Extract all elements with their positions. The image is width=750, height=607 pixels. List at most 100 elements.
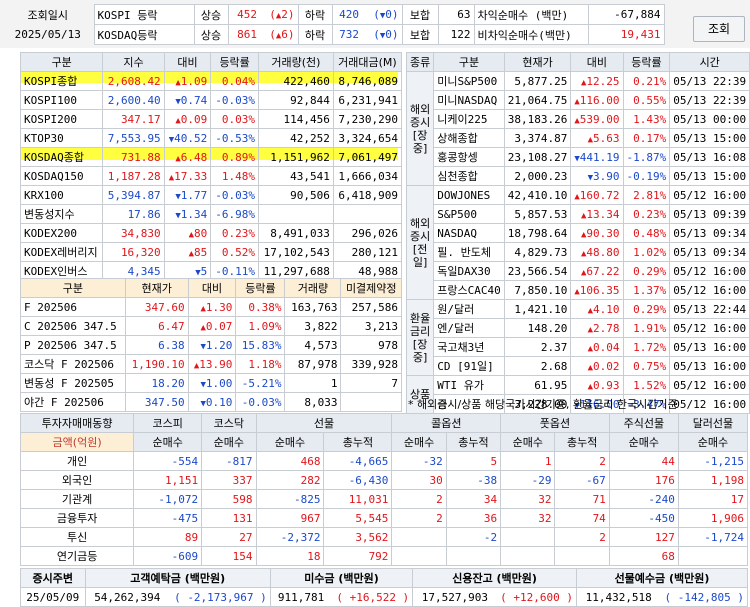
table-row[interactable]: 25/05/09 54,262,394( -2,173,967 ) 911,781(… [20, 587, 748, 607]
net-amount: 44 [608, 451, 679, 471]
volume: 1,151,962 [258, 147, 334, 167]
table-row[interactable]: KOSPI1002,600.400.74-0.03%92,8446,231,94… [19, 90, 403, 110]
change-cell: 4.10 [570, 299, 624, 319]
sub-header: 순매수 [608, 432, 679, 452]
index-name: KOSPI종합 [19, 71, 104, 91]
table-row[interactable]: 투신 89 27 -2,372 3,562 -2 2 127 -1,724 [19, 527, 749, 547]
net-amount: 2 [391, 508, 447, 528]
table-row[interactable]: KRX1005,394.871.77-0.03%90,5066,418,909 [19, 185, 403, 205]
table-row[interactable]: KOSDAQ1501,187.2817.331.48%43,5411,666,0… [19, 166, 403, 186]
table-row[interactable]: KOSPI종합2,608.421.090.04%422,4608,746,089 [19, 71, 403, 91]
investor-type: 금융투자 [19, 508, 135, 528]
trade-value: 3,324,654 [332, 128, 403, 148]
change-cell: 0.04 [570, 337, 624, 357]
column-header: 등락률 [622, 52, 671, 72]
table-row[interactable]: P 202506 347.56.381.2015.83%4,573978 [20, 335, 402, 355]
table-row[interactable]: 외국인 1,151 337 282 -6,430 30 -38 -29 -67 176 1,198 [19, 470, 749, 490]
table-row[interactable]: 금융투자 -475 131 967 5,545 2 36 32 74 -450 1,906 [19, 508, 749, 528]
net-amount: 154 [201, 546, 257, 566]
net-amount: -1,724 [677, 527, 749, 547]
net-amount: 176 [608, 470, 679, 490]
column-header: 고객예탁금 (백만원) [84, 568, 271, 588]
table-row[interactable]: 해외 증시 [장중]미니S&P5005,877.2512.250.21%05/1… [405, 71, 750, 186]
table-row[interactable]: KOSDAQ종합731.886.480.89%1,151,9627,061,49… [19, 147, 403, 167]
net-amount: 5,545 [323, 508, 393, 528]
table-row[interactable]: S&P5005,857.5313.340.23%05/13 09:39 [407, 204, 750, 224]
trade-value: 6,231,941 [332, 90, 403, 110]
price: 2.37 [503, 337, 572, 357]
table-row[interactable]: KODEX20034,830800.23%8,491,033296,026 [19, 223, 403, 243]
table-row[interactable]: CD [91일]2.680.020.75%05/13 16:00 [407, 356, 750, 376]
table-row[interactable]: 변동성 F 20250518.201.00-5.21%17 [20, 373, 402, 393]
kospi-up-limit: (2) [260, 4, 299, 25]
table-row[interactable]: KODEX레버리지16,320850.52%17,102,543280,121 [19, 242, 403, 262]
column-header: 등락률 [235, 278, 286, 298]
index-name: KOSDAQ150 [19, 166, 104, 186]
table-row[interactable]: 해외 증시 [전일]DOWJONES42,410.10160.722.81%05… [405, 185, 750, 300]
change-cell: 1.20 [187, 335, 237, 355]
refresh-button[interactable]: 조회 [693, 16, 745, 42]
table-row[interactable]: 엔/달러148.202.781.91%05/12 16:00 [407, 318, 750, 338]
funds-value: 911,781 [269, 587, 328, 607]
funds-value: 54,262,394 [84, 587, 164, 607]
change-cell: 0.09 [163, 109, 212, 129]
change-cell: 6.48 [163, 147, 212, 167]
table-row[interactable]: 상해종합3,374.875.630.17%05/13 15:00 [407, 128, 750, 148]
table-row[interactable]: 심천종합2,000.233.90-0.19%05/13 15:00 [407, 166, 750, 186]
index-name: KODEX레버리지 [19, 242, 104, 262]
time: 05/13 09:34 [669, 223, 750, 243]
price: 42,410.10 [503, 185, 572, 205]
table-row[interactable]: 변동성지수17.861.34-6.98% [19, 204, 403, 224]
nonarb-value: 19,431 [587, 24, 665, 45]
column-header: 시간 [669, 52, 750, 72]
change-cell: 0.10 [187, 392, 237, 412]
price: 347.50 [124, 392, 189, 412]
table-row[interactable]: 기관계 -1,072 598 -825 11,031 2 34 32 71 -240 17 [19, 489, 749, 509]
table-row[interactable]: KTOP307,553.9540.52-0.53%42,2523,324,654 [19, 128, 403, 148]
table-row[interactable]: 독일DAX3023,566.5467.220.29%05/12 16:00 [407, 261, 750, 281]
change-rate: 1.48% [210, 166, 260, 186]
table-row[interactable]: 야간 F 202506347.500.10-0.03%8,033 [20, 392, 402, 412]
table-row[interactable]: 상품WTI 유가61.950.931.52%05/12 16:00 [405, 375, 750, 414]
sub-header: 총누적 [554, 432, 610, 452]
table-row[interactable]: NASDAQ18,798.6490.300.48%05/13 09:34 [407, 223, 750, 243]
table-row[interactable]: 코스닥 F 2025061,190.1013.901.18%87,978339,… [20, 354, 402, 374]
kosdaq-down-limit: (0) [362, 24, 403, 45]
time: 05/13 16:00 [669, 356, 750, 376]
kospi-flat-count: 63 [437, 4, 475, 25]
table-row[interactable]: 연기금등 -609 154 18 792 68 [19, 546, 749, 566]
table-row[interactable]: F 202506347.601.300.38%163,763257,586 [20, 297, 402, 317]
table-row[interactable]: 환율 금리 [장중]원/달러1,421.104.100.29%05/13 22:… [405, 299, 750, 376]
table-row[interactable]: 개인 -554 -817 468 -4,665 -32 5 1 2 44 -1,215 [19, 451, 749, 471]
instrument-name: 필. 반도체 [433, 242, 505, 262]
instrument-name: 국고채3년 [433, 337, 505, 357]
instrument-name: 독일DAX30 [433, 261, 505, 281]
change-cell: 13.90 [187, 354, 237, 374]
change-cell: 539.00 [570, 109, 624, 129]
table-row[interactable]: 미니NASDAQ21,064.75116.000.55%05/13 22:39 [407, 90, 750, 110]
table-row[interactable]: 프랑스CAC407,850.10106.351.37%05/12 16:00 [407, 280, 750, 300]
change-rate: 1.72% [622, 337, 671, 357]
sub-header: 순매수 [255, 432, 325, 452]
down-label: 하락 [297, 24, 333, 45]
time: 05/12 16:00 [669, 280, 750, 300]
change-cell: 441.19 [570, 147, 624, 167]
time: 05/13 22:39 [669, 90, 750, 110]
net-amount: 1,198 [677, 470, 749, 490]
table-row[interactable]: 필. 반도체4,829.7348.801.02%05/13 09:34 [407, 242, 750, 262]
change-rate: 0.17% [622, 128, 671, 148]
time: 05/13 15:00 [669, 166, 750, 186]
kosdaq-up-count: 861 [227, 24, 260, 45]
table-row[interactable]: 홍콩항셍23,108.27441.19-1.87%05/13 16:08 [407, 147, 750, 167]
net-amount: 131 [201, 508, 257, 528]
instrument-name: 원/달러 [433, 299, 505, 319]
net-amount [500, 546, 556, 566]
instrument-name: DOWJONES [433, 185, 505, 205]
table-row[interactable]: C 202506 347.56.470.071.09%3,8223,213 [20, 316, 402, 336]
table-row[interactable]: 국고채3년2.370.041.72%05/13 16:00 [407, 337, 750, 357]
table-row[interactable]: KOSPI200347.170.090.03%114,4567,230,290 [19, 109, 403, 129]
investor-type: 투신 [19, 527, 135, 547]
index-name: KOSDAQ종합 [19, 147, 104, 167]
table-row[interactable]: 니케이22538,183.26539.001.43%05/13 00:00 [407, 109, 750, 129]
investor-table: 투자자매매동향 코스피 코스닥 선물 콜옵션 풋옵션 주식선물 달러선물 금액(억원) 순매수 순매… [19, 413, 749, 566]
